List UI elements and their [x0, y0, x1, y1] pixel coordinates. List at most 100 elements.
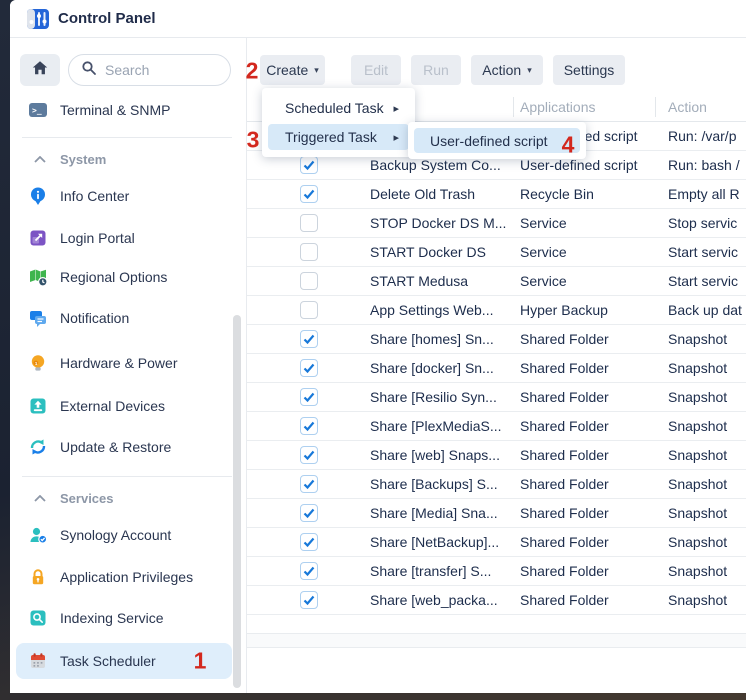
settings-button[interactable]: Settings — [553, 55, 625, 85]
create-button[interactable]: Create▾ — [260, 55, 325, 85]
table-row[interactable]: Share [PlexMediaS... Shared Folder Snaps… — [247, 412, 746, 441]
table-row[interactable]: STOP Docker DS M... Service Stop servic — [247, 209, 746, 238]
sidebar-item-terminal-snmp[interactable]: >_ Terminal & SNMP — [10, 92, 236, 128]
row-checkbox[interactable] — [300, 156, 318, 174]
search-icon — [81, 60, 97, 81]
menu-item-user-defined-script[interactable]: User-defined script — [414, 128, 580, 153]
table-row[interactable]: Share [docker] Sn... Shared Folder Snaps… — [247, 354, 746, 383]
application-cell: Service — [520, 238, 653, 267]
row-checkbox[interactable] — [300, 330, 318, 348]
table-row[interactable]: Share [transfer] S... Shared Folder Snap… — [247, 557, 746, 586]
row-checkbox[interactable] — [300, 359, 318, 377]
edit-button-label: Edit — [364, 62, 388, 78]
chevron-up-icon — [34, 489, 46, 507]
table-row[interactable]: Share [Media] Sna... Shared Folder Snaps… — [247, 499, 746, 528]
action-cell: Snapshot — [668, 441, 746, 470]
search-input[interactable] — [105, 62, 215, 78]
table-row[interactable]: Share [homes] Sn... Shared Folder Snapsh… — [247, 325, 746, 354]
action-cell: Snapshot — [668, 325, 746, 354]
application-cell: Shared Folder — [520, 354, 653, 383]
sidebar-section-system[interactable]: System — [10, 149, 236, 169]
sidebar-item-update-restore[interactable]: Update & Restore — [10, 429, 236, 465]
row-checkbox[interactable] — [300, 591, 318, 609]
action-cell: Run: /var/p — [668, 122, 746, 151]
external-devices-icon — [28, 396, 48, 416]
application-cell: Recycle Bin — [520, 180, 653, 209]
row-checkbox[interactable] — [300, 533, 318, 551]
table-row[interactable]: Share [Resilio Syn... Shared Folder Snap… — [247, 383, 746, 412]
edit-button[interactable]: Edit — [351, 55, 401, 85]
svg-text:>_: >_ — [32, 106, 42, 115]
row-checkbox[interactable] — [300, 272, 318, 290]
sidebar-item-login-portal[interactable]: Login Portal — [10, 220, 236, 256]
sidebar-item-indexing-service[interactable]: Indexing Service — [10, 600, 236, 636]
action-cell: Stop servic — [668, 209, 746, 238]
search-box[interactable] — [68, 54, 231, 86]
action-cell: Start servic — [668, 238, 746, 267]
row-checkbox[interactable] — [300, 504, 318, 522]
home-button[interactable] — [20, 54, 60, 86]
row-checkbox[interactable] — [300, 475, 318, 493]
task-name-cell: Share [NetBackup]... — [370, 528, 517, 557]
header-action[interactable]: Action — [668, 92, 707, 122]
sidebar-divider — [22, 476, 232, 477]
row-checkbox[interactable] — [300, 388, 318, 406]
row-checkbox[interactable] — [300, 562, 318, 580]
sidebar-item-info-center[interactable]: Info Center — [10, 178, 236, 214]
table-row[interactable]: Delete Old Trash Recycle Bin Empty all R — [247, 180, 746, 209]
action-cell: Start servic — [668, 267, 746, 296]
header-applications[interactable]: Applications — [520, 92, 596, 122]
annotation-3: 3 — [247, 129, 260, 152]
column-divider — [655, 97, 656, 117]
notification-icon — [28, 308, 48, 328]
table-row[interactable]: START Docker DS Service Start servic — [247, 238, 746, 267]
row-checkbox[interactable] — [300, 446, 318, 464]
sidebar-item-label: Synology Account — [60, 527, 171, 543]
application-cell: Shared Folder — [520, 383, 653, 412]
table-row[interactable]: Share [NetBackup]... Shared Folder Snaps… — [247, 528, 746, 557]
login-portal-icon — [28, 228, 48, 248]
task-name-cell: Share [web_packa... — [370, 586, 517, 615]
task-name-cell: Share [Resilio Syn... — [370, 383, 517, 412]
action-button[interactable]: Action▾ — [471, 55, 543, 85]
table-row[interactable]: App Settings Web... Hyper Backup Back up… — [247, 296, 746, 325]
sidebar-item-application-privileges[interactable]: Application Privileges — [10, 559, 236, 595]
column-divider — [513, 97, 514, 117]
sidebar-item-label: Regional Options — [60, 269, 167, 285]
table-footer-band — [247, 633, 746, 648]
sidebar-item-hardware-power[interactable]: 1 Hardware & Power — [10, 345, 236, 381]
sidebar-item-notification[interactable]: Notification — [10, 300, 236, 336]
row-checkbox[interactable] — [300, 185, 318, 203]
indexing-service-icon — [28, 608, 48, 628]
menu-item-triggered-task[interactable]: Triggered Task ▸ — [268, 124, 409, 150]
run-button[interactable]: Run — [411, 55, 461, 85]
sidebar-section-services[interactable]: Services — [10, 488, 236, 508]
task-name-cell: Share [Backups] S... — [370, 470, 517, 499]
application-privileges-icon — [28, 567, 48, 587]
row-checkbox[interactable] — [300, 301, 318, 319]
sidebar-item-regional-options[interactable]: Regional Options — [10, 259, 236, 295]
application-cell: Shared Folder — [520, 441, 653, 470]
sidebar-item-external-devices[interactable]: External Devices — [10, 388, 236, 424]
row-checkbox[interactable] — [300, 243, 318, 261]
action-cell: Back up dat — [668, 296, 746, 325]
row-checkbox[interactable] — [300, 417, 318, 435]
task-name-cell: START Docker DS — [370, 238, 517, 267]
menu-item-scheduled-task[interactable]: Scheduled Task ▸ — [268, 95, 409, 121]
table-row[interactable]: Share [web] Snaps... Shared Folder Snaps… — [247, 441, 746, 470]
terminal-icon: >_ — [28, 100, 48, 120]
sidebar-scrollbar-thumb[interactable] — [233, 315, 241, 688]
chevron-up-icon — [34, 150, 46, 168]
action-cell: Snapshot — [668, 586, 746, 615]
table-row[interactable]: START Medusa Service Start servic — [247, 267, 746, 296]
task-name-cell: STOP Docker DS M... — [370, 209, 517, 238]
page-title: Control Panel — [58, 0, 156, 38]
sidebar-item-label: Update & Restore — [60, 439, 171, 455]
table-row[interactable]: Share [web_packa... Shared Folder Snapsh… — [247, 586, 746, 615]
sidebar-divider — [22, 137, 232, 138]
table-row[interactable]: Share [Backups] S... Shared Folder Snaps… — [247, 470, 746, 499]
sidebar-item-label: Hardware & Power — [60, 355, 178, 371]
application-cell: Hyper Backup — [520, 296, 653, 325]
sidebar-item-synology-account[interactable]: Synology Account — [10, 517, 236, 553]
row-checkbox[interactable] — [300, 214, 318, 232]
